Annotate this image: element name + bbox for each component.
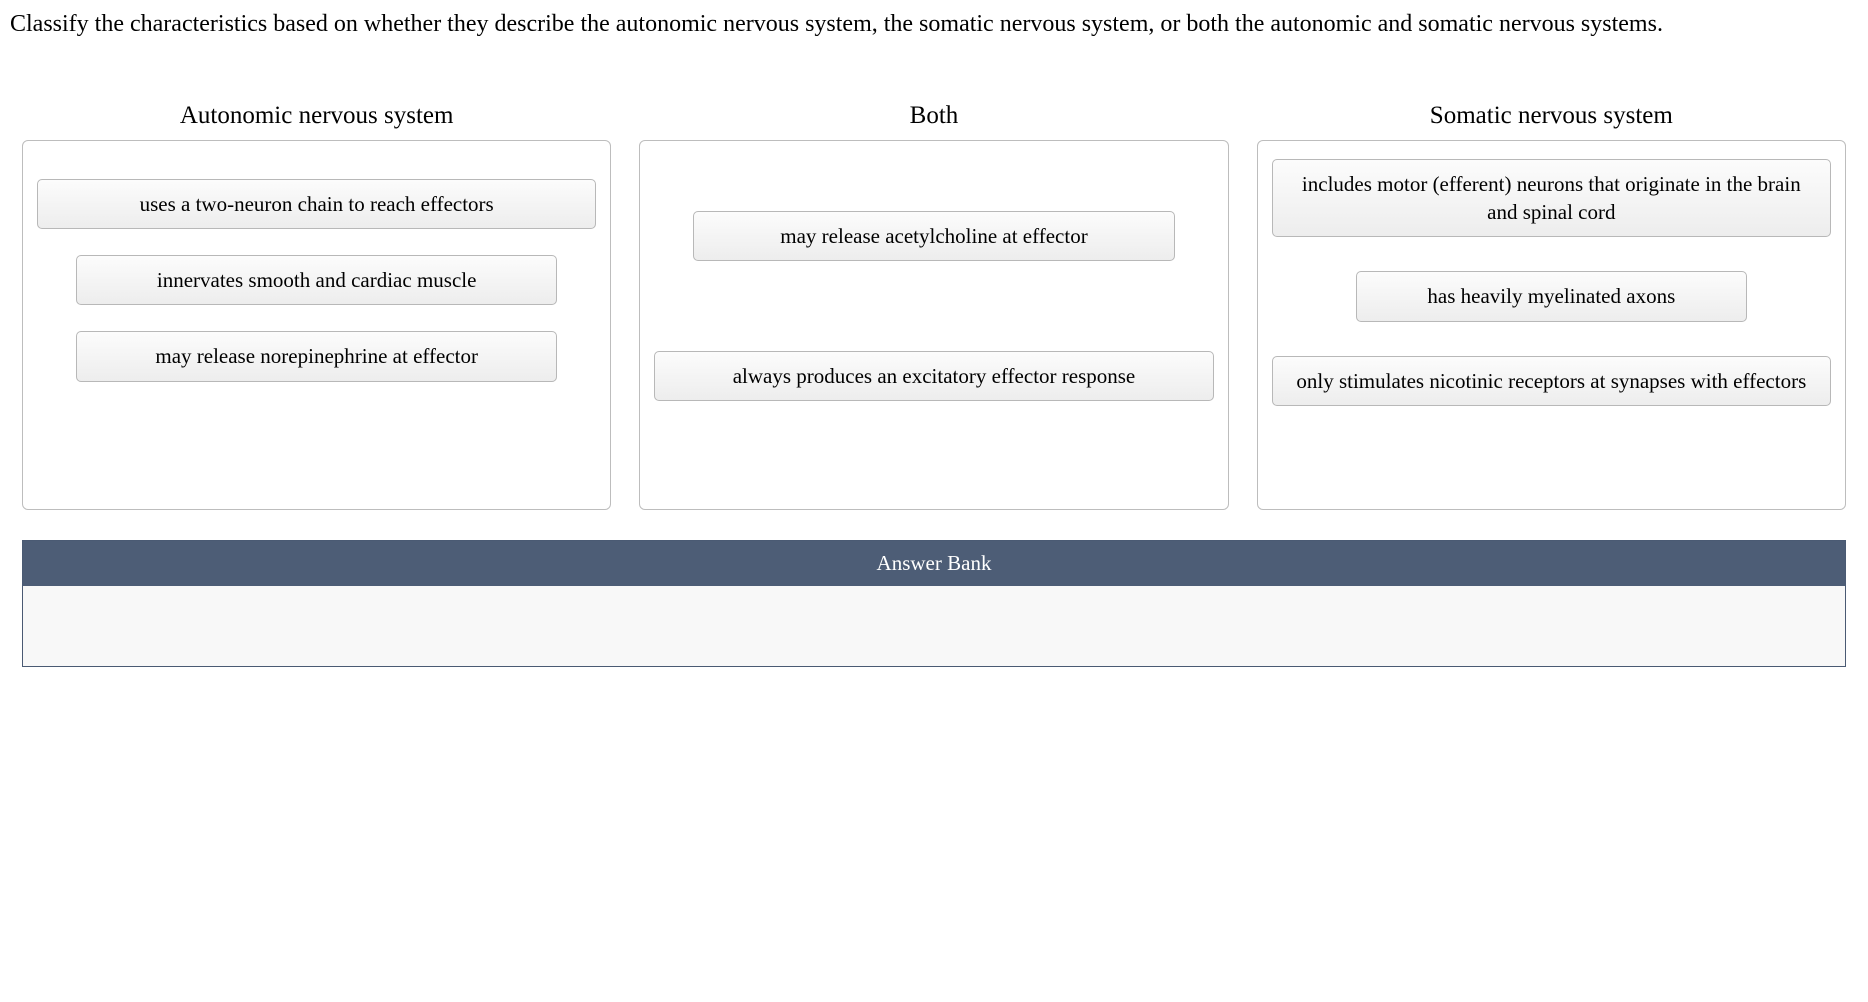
card-motor-efferent[interactable]: includes motor (efferent) neurons that o…: [1272, 159, 1831, 238]
card-norepinephrine[interactable]: may release norepinephrine at effector: [76, 331, 557, 381]
card-excitatory[interactable]: always produces an excitatory effector r…: [654, 351, 1213, 401]
answer-bank: Answer Bank: [22, 540, 1846, 667]
column-autonomic-title: Autonomic nervous system: [180, 102, 454, 130]
dropzone-somatic[interactable]: includes motor (efferent) neurons that o…: [1257, 140, 1846, 510]
column-somatic-title: Somatic nervous system: [1430, 102, 1673, 130]
column-somatic: Somatic nervous system includes motor (e…: [1257, 102, 1846, 510]
card-two-neuron[interactable]: uses a two-neuron chain to reach effecto…: [37, 179, 596, 229]
dropzone-both[interactable]: may release acetylcholine at effector al…: [639, 140, 1228, 510]
column-both-title: Both: [910, 102, 959, 130]
answer-bank-body[interactable]: [23, 586, 1845, 666]
column-both: Both may release acetylcholine at effect…: [639, 102, 1228, 510]
card-smooth-cardiac[interactable]: innervates smooth and cardiac muscle: [76, 255, 557, 305]
card-acetylcholine[interactable]: may release acetylcholine at effector: [693, 211, 1174, 261]
card-myelinated[interactable]: has heavily myelinated axons: [1356, 271, 1748, 321]
card-nicotinic[interactable]: only stimulates nicotinic receptors at s…: [1272, 356, 1831, 406]
answer-bank-title: Answer Bank: [23, 541, 1845, 586]
dropzone-autonomic[interactable]: uses a two-neuron chain to reach effecto…: [22, 140, 611, 510]
question-text: Classify the characteristics based on wh…: [10, 8, 1858, 42]
column-autonomic: Autonomic nervous system uses a two-neur…: [22, 102, 611, 510]
classification-columns: Autonomic nervous system uses a two-neur…: [10, 102, 1858, 510]
